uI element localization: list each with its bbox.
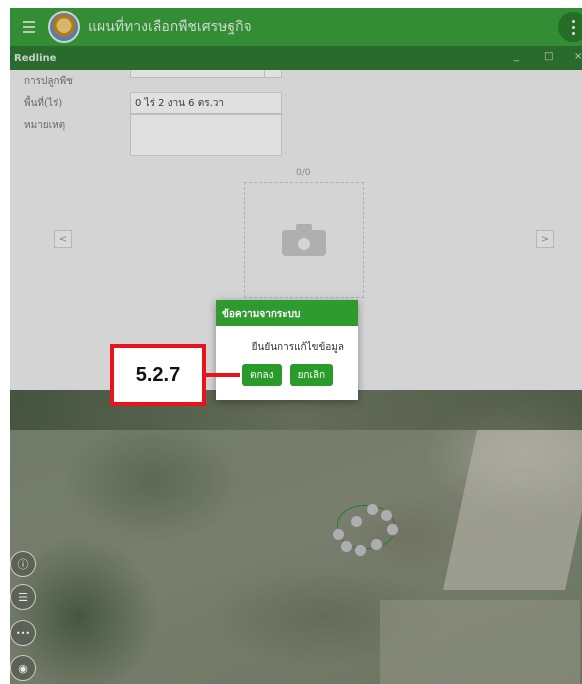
list-icon[interactable]: ☰: [10, 584, 36, 610]
locate-icon[interactable]: ◉: [10, 655, 36, 681]
info-icon[interactable]: ⓘ: [10, 551, 36, 577]
more-icon[interactable]: •••: [10, 620, 36, 646]
dialog-title: ข้อความจากระบบ: [216, 300, 358, 326]
step-callout: 5.2.7: [110, 344, 206, 406]
ok-button[interactable]: ตกลง: [242, 364, 282, 386]
callout-pointer-line: [206, 373, 240, 377]
confirm-dialog: ข้อความจากระบบ ยืนยันการแก้ไขข้อมูล ตกลง…: [216, 300, 358, 400]
dialog-message: ยืนยันการแก้ไขข้อมูล: [251, 342, 344, 353]
cancel-button[interactable]: ยกเลิก: [289, 364, 334, 386]
